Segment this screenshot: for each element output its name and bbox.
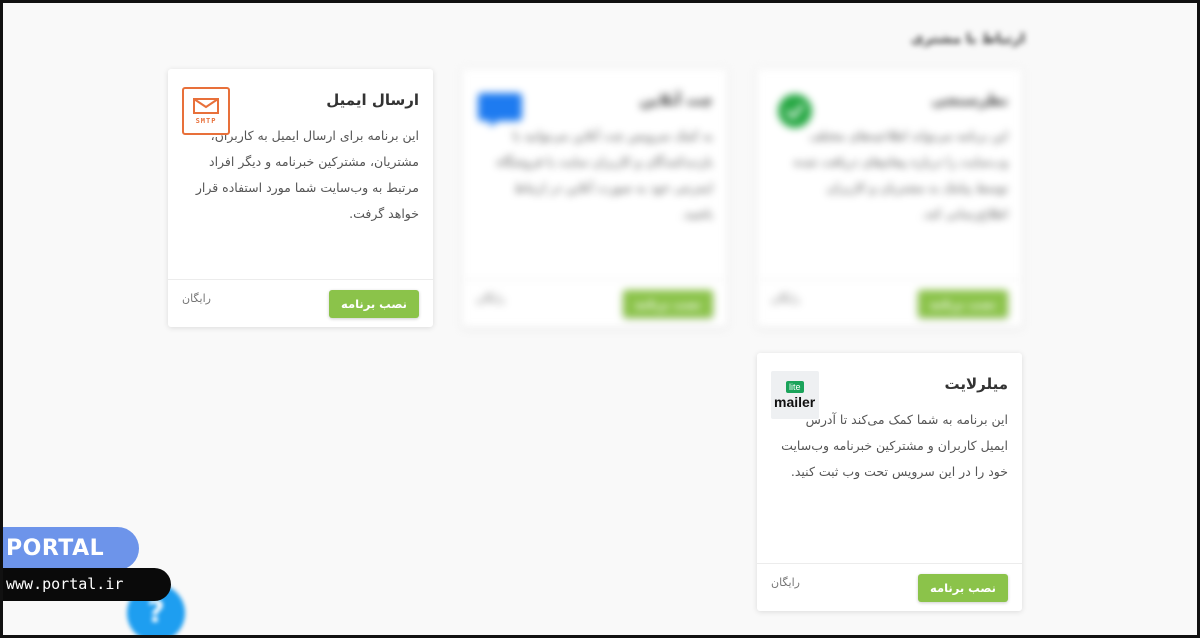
card-description: این برنامه برای ارسال ایمیل به کاربران، … xyxy=(195,128,419,221)
mailerlite-logo-mailer: mailer xyxy=(774,394,816,410)
price-label: رایگان xyxy=(771,576,800,589)
smtp-envelope-icon: SMTP xyxy=(182,87,230,135)
chat-bubble-icon xyxy=(476,87,524,135)
mailerlite-logo-lite: lite xyxy=(786,381,804,393)
poll-check-icon xyxy=(771,87,819,135)
card-body: SMTP ارسال ایمیل این برنامه برای ارسال ا… xyxy=(168,69,433,279)
price-label: رایگان xyxy=(476,292,505,305)
card-body: lite mailer میلرلایت این برنامه به شما ک… xyxy=(757,353,1022,563)
card-footer: نصب برنامه رایگان xyxy=(168,279,433,327)
app-card-online-chat: چت آنلاین به کمک سرویس چت آنلاین می‌توان… xyxy=(462,69,727,327)
install-button[interactable]: نصب برنامه xyxy=(328,290,419,318)
app-card-mailerlite: lite mailer میلرلایت این برنامه به شما ک… xyxy=(757,353,1022,611)
price-label: رایگان xyxy=(771,292,800,305)
portal-url-badge: www.portal.ir xyxy=(0,568,171,601)
app-canvas: ارتباط با مشتری SMTP ارسال ایمیل این برن… xyxy=(3,3,1197,635)
mailerlite-logo: lite mailer xyxy=(771,371,819,419)
app-card-poll: نظرسنجی این برنامه می‌تواند اطلاعیه‌های … xyxy=(757,69,1022,327)
card-body: چت آنلاین به کمک سرویس چت آنلاین می‌توان… xyxy=(462,69,727,279)
card-description: این برنامه می‌تواند اطلاعیه‌های مختلف وب… xyxy=(793,128,1008,221)
card-description: به کمک سرویس چت آنلاین می‌توانید با بازد… xyxy=(496,128,713,221)
install-button[interactable]: نصب برنامه xyxy=(917,290,1008,318)
section-title: ارتباط با مشتری xyxy=(910,31,1025,47)
install-button[interactable]: نصب برنامه xyxy=(622,290,713,318)
smtp-logo-text: SMTP xyxy=(195,116,217,125)
app-card-send-email: SMTP ارسال ایمیل این برنامه برای ارسال ا… xyxy=(168,69,433,327)
card-footer: نصب برنامه رایگان xyxy=(757,279,1022,327)
card-footer: نصب برنامه رایگان xyxy=(462,279,727,327)
card-body: نظرسنجی این برنامه می‌تواند اطلاعیه‌های … xyxy=(757,69,1022,279)
card-footer: نصب برنامه رایگان xyxy=(757,563,1022,611)
portal-brand-badge: PORTAL xyxy=(0,527,139,570)
install-button[interactable]: نصب برنامه xyxy=(917,574,1008,602)
price-label: رایگان xyxy=(182,292,211,305)
